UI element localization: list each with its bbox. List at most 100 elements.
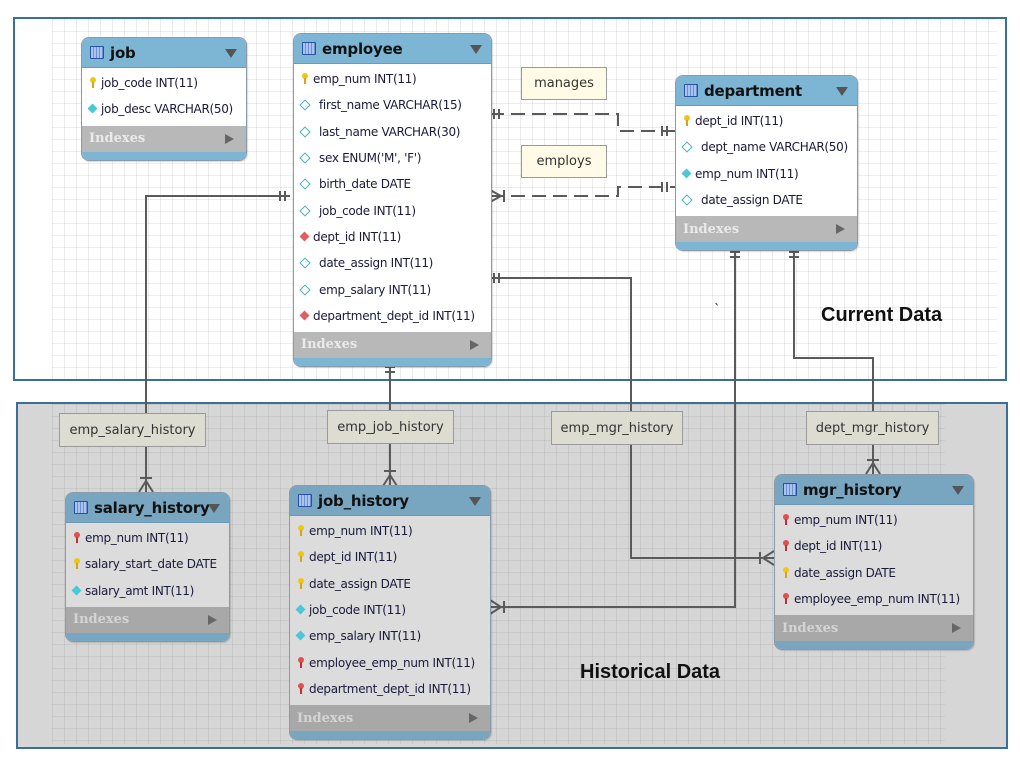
column-list: emp_num INT(11) dept_id INT(11) date_assig… <box>775 505 973 616</box>
collapse-caret-icon[interactable] <box>470 45 482 54</box>
relationship-label-employs[interactable]: employs <box>521 145 607 178</box>
column-text: salary_start_date DATE <box>85 557 217 572</box>
foreign-key-icon <box>300 231 310 243</box>
table-header[interactable]: salary_history <box>66 493 229 523</box>
column-row[interactable]: dept_id INT(11) <box>290 544 490 570</box>
table-icon <box>74 501 88 514</box>
column-text: date_assign DATE <box>309 576 411 591</box>
table-salary-history[interactable]: salary_history emp_num INT(11) salary_star… <box>65 492 230 642</box>
expand-arrow-icon[interactable] <box>836 224 845 235</box>
column-row[interactable]: department_dept_id INT(11) <box>294 303 491 329</box>
column-row[interactable]: date_assign INT(11) <box>294 250 491 276</box>
column-row[interactable]: emp_num INT(11) <box>775 507 973 533</box>
collapse-caret-icon[interactable] <box>469 497 481 506</box>
table-footer <box>676 242 857 251</box>
table-job[interactable]: job job_code INT(11) job_desc VARCHAR(50) I… <box>81 37 247 161</box>
column-row[interactable]: sex ENUM('M', 'F') <box>294 145 491 171</box>
expand-arrow-icon[interactable] <box>208 614 217 625</box>
column-text: employee_emp_num INT(11) <box>309 655 475 670</box>
column-row[interactable]: emp_num INT(11) <box>676 161 857 187</box>
collapse-caret-icon[interactable] <box>952 486 964 495</box>
table-department[interactable]: department dept_id INT(11) dept_name VARCH… <box>675 75 858 252</box>
collapse-caret-icon[interactable] <box>225 49 237 58</box>
column-row[interactable]: job_code INT(11) <box>82 70 246 96</box>
column-icon <box>300 99 316 111</box>
column-row[interactable]: emp_salary INT(11) <box>290 623 490 649</box>
table-icon <box>684 84 698 97</box>
primary-key-icon <box>300 73 310 85</box>
table-icon <box>302 42 316 55</box>
column-row[interactable]: employee_emp_num INT(11) <box>290 649 490 675</box>
table-header[interactable]: mgr_history <box>775 475 973 505</box>
column-row[interactable]: dept_id INT(11) <box>294 224 491 250</box>
indexes-section[interactable]: Indexes <box>676 216 857 243</box>
column-row[interactable]: date_assign DATE <box>775 560 973 586</box>
column-text: date_assign DATE <box>701 193 803 208</box>
table-employee[interactable]: employee emp_num INT(11) first_name VARCHA… <box>293 33 492 367</box>
indexes-section[interactable]: Indexes <box>66 606 229 633</box>
expand-arrow-icon[interactable] <box>469 713 478 724</box>
not-null-column-icon <box>72 585 82 597</box>
column-row[interactable]: date_assign DATE <box>676 187 857 213</box>
primary-key-icon <box>296 525 306 537</box>
table-mgr-history[interactable]: mgr_history emp_num INT(11) dept_id INT(11… <box>774 474 974 651</box>
expand-arrow-icon[interactable] <box>952 623 961 634</box>
table-header[interactable]: employee <box>294 34 491 64</box>
table-footer <box>82 151 246 160</box>
column-text: salary_amt INT(11) <box>85 583 194 598</box>
collapse-caret-icon[interactable] <box>208 504 220 513</box>
column-row[interactable]: emp_num INT(11) <box>294 66 491 92</box>
indexes-label: Indexes <box>301 337 358 353</box>
column-row[interactable]: department_dept_id INT(11) <box>290 676 490 702</box>
column-row[interactable]: job_code INT(11) <box>294 197 491 223</box>
indexes-section[interactable]: Indexes <box>290 705 490 732</box>
column-row[interactable]: job_code INT(11) <box>290 597 490 623</box>
relationship-label-manages[interactable]: manages <box>521 67 607 100</box>
column-row[interactable]: employee_emp_num INT(11) <box>775 586 973 612</box>
indexes-section[interactable]: Indexes <box>775 615 973 642</box>
column-row[interactable]: dept_name VARCHAR(50) <box>676 134 857 160</box>
table-header[interactable]: job_history <box>290 486 490 516</box>
not-null-column-icon <box>296 604 306 616</box>
column-row[interactable]: dept_id INT(11) <box>775 533 973 559</box>
column-row[interactable]: first_name VARCHAR(15) <box>294 92 491 118</box>
table-footer <box>66 632 229 641</box>
indexes-section[interactable]: Indexes <box>82 125 246 152</box>
table-header[interactable]: job <box>82 38 246 68</box>
column-icon <box>300 257 316 269</box>
column-row[interactable]: emp_salary INT(11) <box>294 276 491 302</box>
column-row[interactable]: emp_num INT(11) <box>66 525 229 551</box>
column-text: last_name VARCHAR(30) <box>319 124 461 139</box>
relationship-label-emp-salary-history[interactable]: emp_salary_history <box>59 413 206 447</box>
column-text: first_name VARCHAR(15) <box>319 98 462 113</box>
column-row[interactable]: salary_start_date DATE <box>66 551 229 577</box>
table-header[interactable]: department <box>676 76 857 106</box>
table-job-history[interactable]: job_history emp_num INT(11) dept_id INT(11… <box>289 485 491 741</box>
column-text: emp_num INT(11) <box>85 531 189 546</box>
foreign-primary-key-icon <box>72 532 82 544</box>
stray-backtick: ` <box>714 303 721 318</box>
column-row[interactable]: last_name VARCHAR(30) <box>294 119 491 145</box>
column-row[interactable]: birth_date DATE <box>294 171 491 197</box>
expand-arrow-icon[interactable] <box>470 339 479 350</box>
column-text: job_code INT(11) <box>101 76 198 91</box>
expand-arrow-icon[interactable] <box>225 133 234 144</box>
relationship-label-emp-job-history[interactable]: emp_job_history <box>327 410 454 444</box>
column-row[interactable]: salary_amt INT(11) <box>66 578 229 604</box>
indexes-section[interactable]: Indexes <box>294 331 491 358</box>
column-row[interactable]: job_desc VARCHAR(50) <box>82 96 246 122</box>
column-row[interactable]: dept_id INT(11) <box>676 108 857 134</box>
table-icon <box>298 494 312 507</box>
collapse-caret-icon[interactable] <box>836 87 848 96</box>
column-row[interactable]: date_assign DATE <box>290 571 490 597</box>
relationship-label-emp-mgr-history[interactable]: emp_mgr_history <box>551 411 683 445</box>
column-text: birth_date DATE <box>319 177 411 192</box>
indexes-label: Indexes <box>782 620 839 636</box>
primary-key-icon <box>72 558 82 570</box>
relationship-label-dept-mgr-history[interactable]: dept_mgr_history <box>806 411 939 445</box>
column-row[interactable]: emp_num INT(11) <box>290 518 490 544</box>
table-name: employee <box>322 39 403 58</box>
column-list: emp_num INT(11) salary_start_date DATE sal… <box>66 523 229 607</box>
primary-key-icon <box>682 115 692 127</box>
table-name: department <box>704 81 802 100</box>
